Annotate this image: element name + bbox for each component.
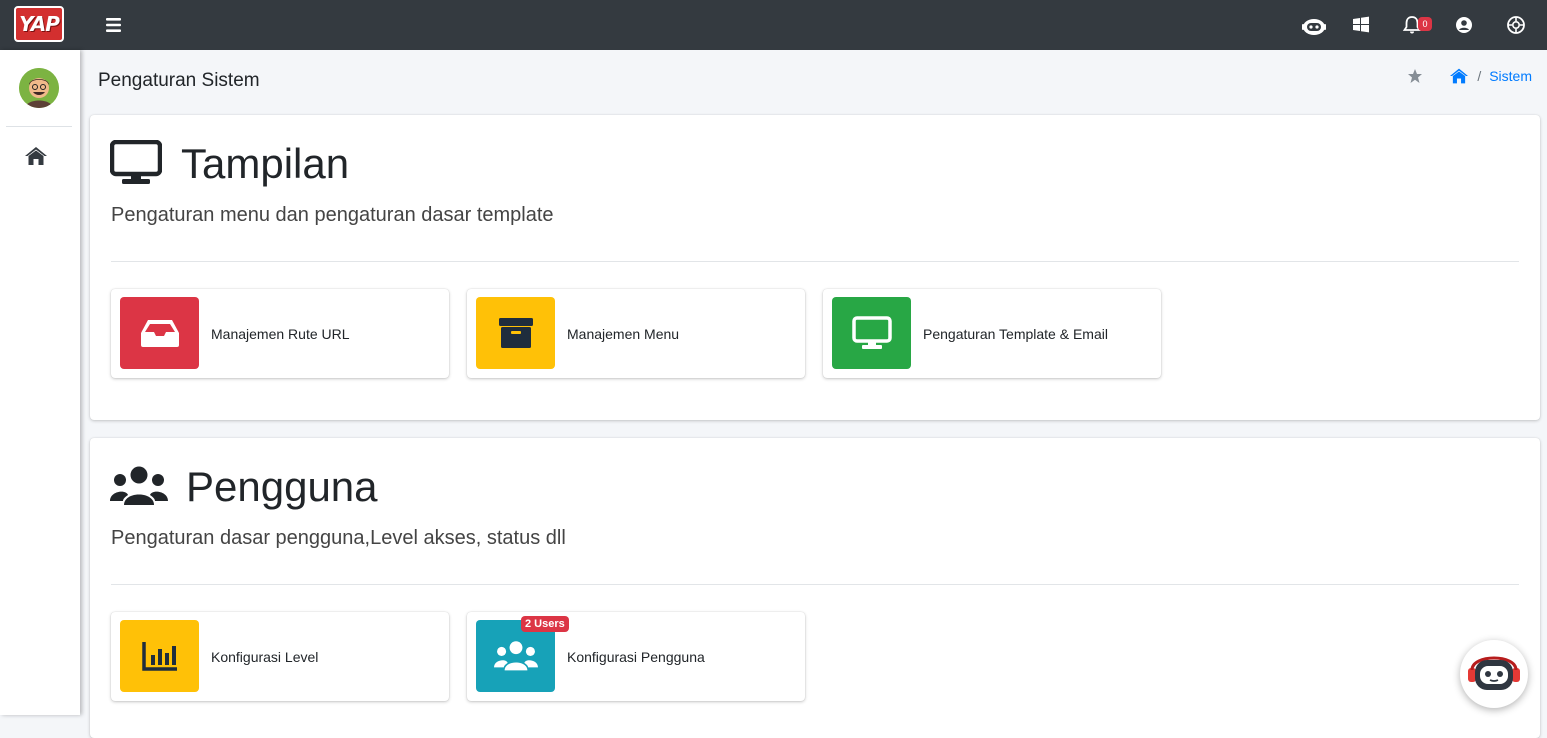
desktop-icon (851, 316, 892, 349)
settings-icon[interactable] (1503, 12, 1529, 38)
section-card-tampilan: Tampilan Pengaturan menu dan pengaturan … (90, 115, 1540, 420)
user-circle-icon[interactable] (1451, 12, 1477, 38)
avatar[interactable] (19, 68, 59, 108)
top-navbar: YAP 0 (0, 0, 1547, 50)
info-box-icon-bg (476, 297, 555, 369)
sidebar-divider (6, 126, 72, 127)
inbox-icon (140, 320, 179, 347)
info-box-label: Manajemen Menu (567, 325, 680, 342)
support-robot-icon (1468, 656, 1520, 690)
section-subtitle: Pengaturan menu dan pengaturan dasar tem… (111, 204, 554, 226)
chat-widget-button[interactable] (1460, 640, 1528, 708)
info-box-icon-bg (120, 620, 199, 692)
page-title: Pengaturan Sistem (98, 70, 260, 91)
section-divider (111, 261, 1519, 262)
sidebar (0, 50, 80, 715)
info-box-label: Konfigurasi Level (211, 648, 319, 665)
users-count-badge: 2 Users (521, 616, 569, 632)
notification-badge: 0 (1418, 17, 1432, 31)
section-subtitle: Pengaturan dasar pengguna,Level akses, s… (111, 527, 566, 549)
info-box-label: Pengaturan Template & Email (923, 325, 1108, 342)
info-box-konfigurasi-pengguna[interactable]: 2 Users Konfigurasi Pengguna (467, 612, 805, 701)
info-box-manajemen-menu[interactable]: Manajemen Menu (467, 289, 805, 378)
desktop-icon (110, 140, 162, 184)
brand-logo[interactable]: YAP (14, 6, 64, 42)
users-icon (493, 641, 538, 671)
home-icon[interactable] (24, 145, 48, 167)
brand[interactable]: YAP (0, 0, 80, 50)
breadcrumb: / Sistem (1407, 66, 1532, 86)
star-icon[interactable] (1407, 68, 1423, 84)
info-box-pengaturan-template-email[interactable]: Pengaturan Template & Email (823, 289, 1161, 378)
menu-icon[interactable] (104, 14, 124, 36)
section-title: Pengguna (186, 463, 378, 510)
breadcrumb-current[interactable]: Sistem (1489, 68, 1532, 84)
users-icon (110, 466, 168, 505)
info-box-icon-bg (120, 297, 199, 369)
breadcrumb-home-icon[interactable] (1449, 67, 1469, 85)
info-box-icon-bg (832, 297, 911, 369)
section-card-pengguna: Pengguna Pengaturan dasar pengguna,Level… (90, 438, 1540, 738)
section-divider (111, 584, 1519, 585)
support-robot-icon[interactable] (1301, 12, 1327, 38)
info-box-konfigurasi-level[interactable]: Konfigurasi Level (111, 612, 449, 701)
chart-bar-icon (141, 642, 177, 671)
breadcrumb-separator: / (1477, 68, 1482, 84)
windows-icon[interactable] (1348, 12, 1374, 38)
info-box-label: Konfigurasi Pengguna (567, 648, 705, 665)
info-box-manajemen-rute-url[interactable]: Manajemen Rute URL (111, 289, 449, 378)
archive-icon (498, 318, 533, 348)
avatar-image (19, 68, 59, 108)
section-title: Tampilan (181, 140, 350, 187)
info-box-label: Manajemen Rute URL (211, 325, 350, 342)
